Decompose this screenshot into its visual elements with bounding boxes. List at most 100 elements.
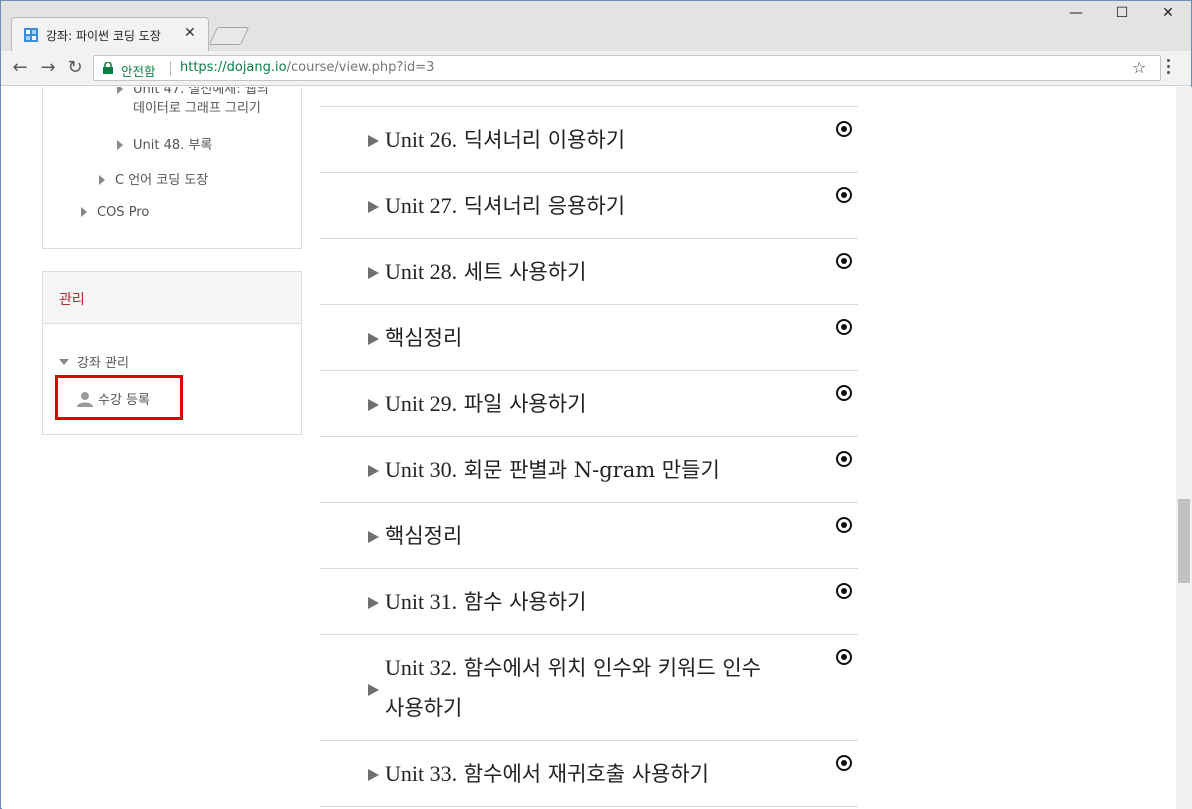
unit-row[interactable]: 핵심정리	[320, 304, 858, 370]
unit-row[interactable]: Unit 27. 딕셔너리 응용하기	[320, 172, 858, 238]
title-bar: 강좌: 파이썬 코딩 도장 ✕ — ☐ ✕	[1, 1, 1191, 51]
unit-row[interactable]: Unit 28. 세트 사용하기	[320, 238, 858, 304]
unit-name: 딕셔너리 이용하기	[457, 128, 626, 152]
tab-close-icon[interactable]: ✕	[184, 25, 196, 41]
unit-name: 함수 사용하기	[457, 590, 587, 614]
unit-row[interactable]: Unit 26. 딕셔너리 이용하기	[320, 106, 858, 172]
unit-row[interactable]: Unit 29. 파일 사용하기	[320, 370, 858, 436]
unit-number: Unit 31.	[385, 589, 458, 614]
expand-arrow-icon	[368, 531, 379, 543]
nav-item-unit47[interactable]: Unit 47. 실전예제: 웹의 데이터로 그래프 그리기	[117, 87, 269, 118]
progress-radio-icon[interactable]	[836, 583, 852, 599]
nav-item-label: Unit 48. 부록	[133, 138, 213, 153]
unit-title[interactable]: Unit 27. 딕셔너리 응용하기	[385, 186, 625, 226]
nav-item-cos-pro[interactable]: COS Pro	[81, 205, 149, 220]
unit-title[interactable]: 핵심정리	[385, 318, 462, 358]
nav-item-label: COS Pro	[97, 205, 150, 220]
unit-number: Unit 26.	[385, 127, 458, 152]
close-window-button[interactable]: ✕	[1145, 5, 1191, 21]
security-label: 안전함	[121, 64, 156, 79]
progress-radio-icon[interactable]	[836, 649, 852, 665]
nav-item-label-line2: 데이터로 그래프 그리기	[133, 101, 261, 116]
unit-number: Unit 29.	[385, 391, 458, 416]
unit-title[interactable]: Unit 28. 세트 사용하기	[385, 252, 586, 292]
unit-title[interactable]: Unit 26. 딕셔너리 이용하기	[385, 120, 625, 160]
user-icon	[77, 392, 93, 407]
progress-radio-icon[interactable]	[836, 187, 852, 203]
unit-name: 세트 사용하기	[457, 260, 587, 284]
forward-button[interactable]: →	[37, 57, 59, 79]
address-bar[interactable]: 안전함 https://dojang.io/course/view.php?id…	[93, 55, 1161, 81]
expand-arrow-icon	[368, 399, 379, 411]
nav-item-c-dojang[interactable]: C 언어 코딩 도장	[99, 169, 208, 188]
progress-radio-icon[interactable]	[836, 451, 852, 467]
new-tab-button[interactable]	[208, 27, 250, 45]
unit-name-line2: 사용하기	[385, 696, 463, 720]
back-button[interactable]: ←	[9, 57, 31, 79]
progress-radio-icon[interactable]	[836, 385, 852, 401]
unit-number: Unit 32.	[385, 655, 458, 680]
browser-tab[interactable]: 강좌: 파이썬 코딩 도장 ✕	[11, 17, 209, 51]
maximize-button[interactable]: ☐	[1099, 5, 1145, 21]
unit-row[interactable]: Unit 32. 함수에서 위치 인수와 키워드 인수사용하기	[320, 634, 858, 740]
unit-title[interactable]: Unit 30. 회문 판별과 N-gram 만들기	[385, 450, 720, 490]
unit-title[interactable]: 핵심정리	[385, 516, 462, 556]
expand-arrow-icon	[117, 140, 123, 150]
progress-radio-icon[interactable]	[836, 121, 852, 137]
progress-radio-icon[interactable]	[836, 319, 852, 335]
unit-name: 핵심정리	[385, 524, 463, 548]
course-admin-label: 강좌 관리	[77, 356, 129, 371]
unit-title[interactable]: Unit 33. 함수에서 재귀호출 사용하기	[385, 754, 709, 794]
browser-menu-icon[interactable]	[1167, 59, 1171, 77]
unit-number: Unit 30.	[385, 457, 458, 482]
expand-arrow-icon	[368, 769, 379, 781]
unit-number: Unit 28.	[385, 259, 458, 284]
admin-title: 관리	[59, 292, 85, 308]
url-text[interactable]: https://dojang.io/course/view.php?id=3	[180, 60, 434, 75]
progress-radio-icon[interactable]	[836, 253, 852, 269]
unit-name: 회문 판별과 N-gram 만들기	[457, 458, 720, 482]
unit-title[interactable]: Unit 32. 함수에서 위치 인수와 키워드 인수사용하기	[385, 648, 761, 728]
url-host: dojang.io	[226, 60, 287, 75]
expand-arrow-icon	[368, 201, 379, 213]
browser-toolbar: ← → ↻ 안전함 https://dojang.io/course/view.…	[1, 51, 1191, 86]
dojang-favicon-icon	[24, 28, 38, 42]
unit-name: 함수에서 위치 인수와 키워드 인수	[457, 656, 761, 680]
expand-arrow-icon	[99, 175, 105, 185]
minimize-button[interactable]: —	[1053, 5, 1099, 21]
unit-number: Unit 33.	[385, 761, 458, 786]
enrol-link[interactable]: 수강 등록	[98, 389, 150, 408]
unit-row[interactable]: 핵심정리	[320, 502, 858, 568]
collapse-arrow-icon	[59, 359, 69, 365]
course-admin-item[interactable]: 강좌 관리	[59, 352, 129, 371]
admin-block-header: 관리	[43, 272, 301, 324]
expand-arrow-icon	[117, 87, 123, 94]
navigation-block: Unit 47. 실전예제: 웹의 데이터로 그래프 그리기 Unit 48. …	[42, 87, 302, 249]
expand-arrow-icon	[368, 684, 379, 696]
address-separator	[170, 61, 171, 76]
lock-icon	[103, 62, 113, 74]
unit-title[interactable]: Unit 31. 함수 사용하기	[385, 582, 586, 622]
expand-arrow-icon	[368, 333, 379, 345]
expand-arrow-icon	[368, 597, 379, 609]
unit-row[interactable]: Unit 30. 회문 판별과 N-gram 만들기	[320, 436, 858, 502]
enrol-highlight-box: 수강 등록	[55, 375, 183, 420]
bookmark-star-icon[interactable]: ☆	[1132, 58, 1146, 77]
unit-title[interactable]: Unit 29. 파일 사용하기	[385, 384, 586, 424]
unit-number: Unit 27.	[385, 193, 458, 218]
unit-row[interactable]: Unit 33. 함수에서 재귀호출 사용하기	[320, 740, 858, 806]
url-scheme: https://	[180, 60, 227, 75]
unit-name: 핵심정리	[385, 326, 463, 350]
unit-row[interactable]: Unit 31. 함수 사용하기	[320, 568, 858, 634]
nav-item-unit48[interactable]: Unit 48. 부록	[117, 134, 212, 153]
page-scrollbar[interactable]	[1176, 87, 1192, 809]
admin-block: 관리 강좌 관리 수강 등록	[42, 271, 302, 435]
expand-arrow-icon	[368, 135, 379, 147]
page-viewport: Unit 47. 실전예제: 웹의 데이터로 그래프 그리기 Unit 48. …	[2, 87, 1176, 809]
nav-item-label: C 언어 코딩 도장	[115, 173, 209, 188]
progress-radio-icon[interactable]	[836, 755, 852, 771]
scrollbar-thumb[interactable]	[1178, 499, 1190, 583]
reload-button[interactable]: ↻	[64, 57, 86, 79]
unit-name: 파일 사용하기	[457, 392, 587, 416]
progress-radio-icon[interactable]	[836, 517, 852, 533]
